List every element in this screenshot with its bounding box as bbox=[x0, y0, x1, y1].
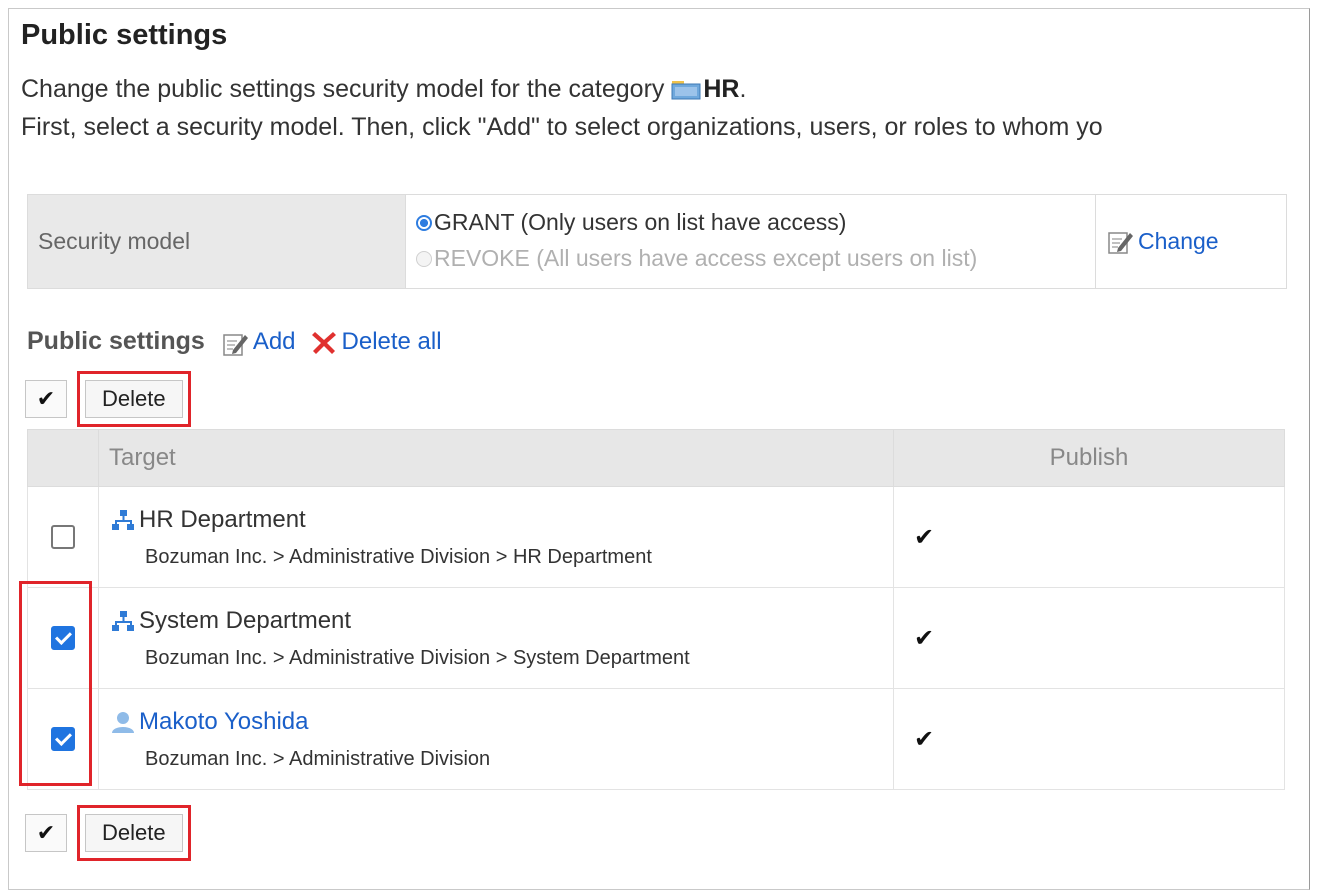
public-settings-title: Public settings bbox=[27, 327, 205, 355]
revoke-radio bbox=[416, 250, 432, 267]
table-header-row: Target Publish bbox=[27, 429, 1285, 487]
user-icon bbox=[112, 711, 134, 733]
delete-button-highlight: Delete bbox=[77, 805, 191, 861]
table-row: System Department Bozuman Inc. > Adminis… bbox=[27, 587, 1285, 689]
header-target: Target bbox=[98, 429, 894, 487]
change-security-cell: Change bbox=[1096, 195, 1286, 288]
add-edit-icon bbox=[223, 334, 248, 356]
add-link[interactable]: Add bbox=[253, 328, 296, 356]
option-revoke: REVOKE (All users have access except use… bbox=[416, 245, 977, 272]
description-prefix: Change the public settings security mode… bbox=[21, 75, 672, 103]
target-cell: System Department Bozuman Inc. > Adminis… bbox=[98, 587, 894, 689]
check-all-button[interactable]: ✔ bbox=[25, 814, 67, 852]
row-checkbox[interactable] bbox=[51, 626, 75, 650]
publish-cell: ✔ bbox=[893, 587, 1285, 689]
target-path: Bozuman Inc. > Administrative Division bbox=[145, 747, 491, 770]
delete-all-link[interactable]: Delete all bbox=[342, 328, 442, 356]
category-folder-icon bbox=[671, 81, 701, 100]
edit-icon bbox=[1108, 231, 1133, 254]
target-path: Bozuman Inc. > Administrative Division >… bbox=[145, 545, 652, 568]
public-settings-header: Public settings Add Delete all bbox=[27, 327, 456, 356]
target-name: System Department bbox=[139, 606, 352, 634]
target-name-row: System Department bbox=[111, 607, 892, 635]
security-model-label: Security model bbox=[28, 195, 406, 288]
grant-radio bbox=[416, 214, 432, 231]
description-line-2: First, select a security model. Then, cl… bbox=[21, 113, 1103, 141]
delete-x-icon bbox=[311, 332, 336, 354]
page-title: Public settings bbox=[21, 19, 228, 51]
header-publish: Publish bbox=[893, 429, 1285, 487]
security-model-options: GRANT (Only users on list have access) R… bbox=[406, 195, 1096, 288]
row-check-cell bbox=[27, 486, 99, 588]
add-action[interactable]: Add bbox=[223, 328, 296, 356]
check-all-button[interactable]: ✔ bbox=[25, 380, 67, 418]
delete-button-highlight: Delete bbox=[77, 371, 191, 427]
row-checkbox[interactable] bbox=[51, 525, 75, 549]
description-suffix: . bbox=[739, 75, 747, 103]
revoke-label: REVOKE (All users have access except use… bbox=[434, 245, 978, 271]
delete-button[interactable]: Delete bbox=[85, 380, 183, 418]
target-path: Bozuman Inc. > Administrative Division >… bbox=[145, 646, 690, 669]
toolbar-top: ✔ Delete bbox=[25, 371, 191, 427]
public-settings-panel: Public settings Change the public settin… bbox=[8, 8, 1310, 890]
category-name: HR bbox=[703, 75, 740, 103]
target-cell: HR Department Bozuman Inc. > Administrat… bbox=[98, 486, 894, 588]
grant-label: GRANT (Only users on list have access) bbox=[434, 209, 847, 235]
table-row: Makoto Yoshida Bozuman Inc. > Administra… bbox=[27, 688, 1285, 790]
organization-icon bbox=[112, 509, 134, 530]
header-check-cell bbox=[27, 429, 99, 487]
target-name-row: HR Department bbox=[111, 506, 892, 534]
publish-cell: ✔ bbox=[893, 486, 1285, 588]
delete-button[interactable]: Delete bbox=[85, 814, 183, 852]
option-grant: GRANT (Only users on list have access) bbox=[416, 209, 846, 236]
row-check-cell bbox=[27, 688, 99, 790]
table-row: HR Department Bozuman Inc. > Administrat… bbox=[27, 486, 1285, 588]
delete-all-action[interactable]: Delete all bbox=[310, 328, 442, 356]
publish-cell: ✔ bbox=[893, 688, 1285, 790]
organization-icon bbox=[112, 610, 134, 631]
change-security-link[interactable]: Change bbox=[1138, 228, 1219, 255]
target-cell: Makoto Yoshida Bozuman Inc. > Administra… bbox=[98, 688, 894, 790]
row-check-cell bbox=[27, 587, 99, 689]
target-name-row: Makoto Yoshida bbox=[111, 708, 892, 736]
target-name: HR Department bbox=[139, 505, 306, 533]
toolbar-bottom: ✔ Delete bbox=[25, 805, 191, 861]
members-table: Target Publish HR Department Bozuman Inc… bbox=[27, 429, 1285, 790]
target-user-link[interactable]: Makoto Yoshida bbox=[139, 708, 308, 736]
description-line-1: Change the public settings security mode… bbox=[21, 75, 746, 104]
security-model-table: Security model GRANT (Only users on list… bbox=[27, 194, 1287, 289]
row-checkbox[interactable] bbox=[51, 727, 75, 751]
